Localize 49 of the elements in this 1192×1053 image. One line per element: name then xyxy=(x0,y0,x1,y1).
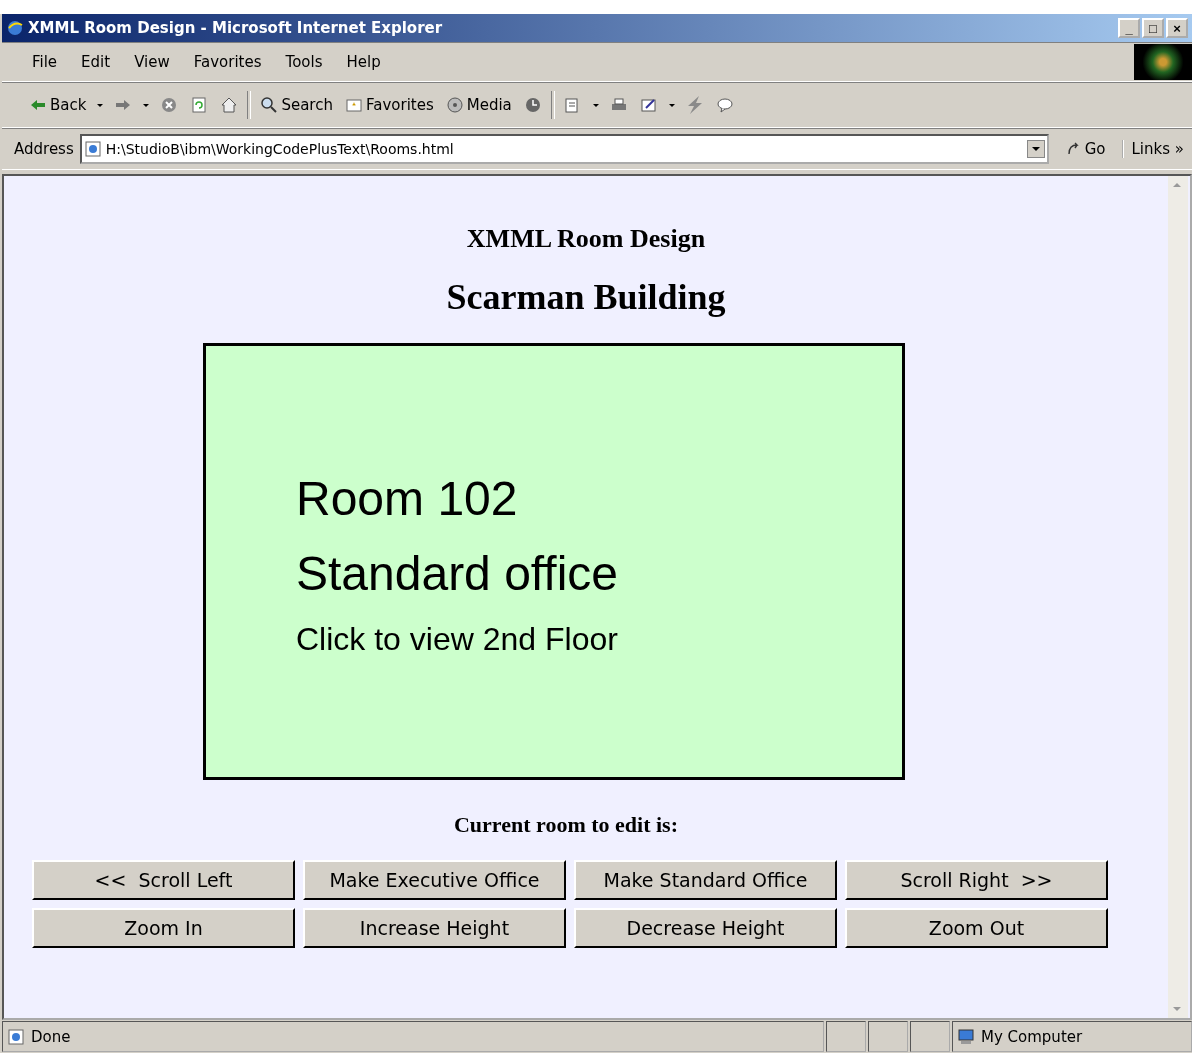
status-text: Done xyxy=(31,1027,71,1046)
favorites-button[interactable]: Favorites xyxy=(341,94,437,116)
media-icon xyxy=(445,96,464,114)
page-button[interactable]: Scroll Right >> xyxy=(845,860,1108,900)
menu-item[interactable]: Tools xyxy=(273,49,335,75)
minimize-button[interactable]: _ xyxy=(1118,18,1140,38)
computer-icon xyxy=(957,1027,975,1046)
address-label: Address xyxy=(14,140,74,158)
window-title: XMML Room Design - Microsoft Internet Explorer xyxy=(28,19,444,37)
windows-logo xyxy=(1134,44,1192,80)
room-text: Room 102 xyxy=(296,471,519,527)
back-button[interactable]: Back xyxy=(26,94,90,116)
speech-bubble-icon xyxy=(715,96,734,114)
current-room-label: Current room to edit is: xyxy=(453,812,678,838)
page-icon xyxy=(83,140,102,158)
building-title: Scarman Building xyxy=(446,276,726,318)
edit-icon xyxy=(639,96,658,114)
page-button[interactable]: Make Standard Office xyxy=(574,860,837,900)
search-icon xyxy=(260,96,279,114)
page-heading: XMML Room Design xyxy=(466,224,706,254)
stop-icon xyxy=(160,96,179,114)
browser-icon xyxy=(6,19,24,37)
page-button[interactable]: Zoom Out xyxy=(845,908,1108,948)
page-icon xyxy=(7,1027,25,1046)
room-link-text[interactable]: Click to view 2nd Floor xyxy=(296,621,902,659)
maximize-button[interactable]: □ xyxy=(1142,18,1164,38)
links-button[interactable]: Links » xyxy=(1121,140,1184,158)
room-panel[interactable]: Room 102 Standard office Click to view 2nd Floor xyxy=(203,343,905,780)
page-button[interactable]: Zoom In xyxy=(32,908,295,948)
address-field[interactable]: H:\StudioB\ibm\WorkingCodePlusText\Rooms.html xyxy=(79,134,1049,164)
zone-text: My Computer xyxy=(981,1027,1083,1046)
menu-item[interactable]: Edit xyxy=(69,49,123,75)
go-button[interactable]: Go xyxy=(1054,140,1116,158)
page-button[interactable]: Make Executive Office xyxy=(303,860,566,900)
menu-item[interactable]: File xyxy=(20,49,70,75)
history-icon xyxy=(523,96,542,114)
page-button[interactable]: Decrease Height xyxy=(574,908,837,948)
media-button[interactable]: Media xyxy=(442,94,515,116)
menu-item[interactable]: Favorites xyxy=(181,49,274,75)
search-button[interactable]: Search xyxy=(257,94,336,116)
menu-item[interactable]: View xyxy=(122,49,182,75)
menu-item[interactable]: Help xyxy=(334,49,393,75)
vertical-scrollbar[interactable] xyxy=(1168,176,1188,1018)
refresh-icon xyxy=(190,96,209,114)
page-button[interactable]: << Scroll Left xyxy=(32,860,295,900)
close-button[interactable]: × xyxy=(1166,18,1188,38)
room-text: Standard office xyxy=(296,546,619,602)
page-button[interactable]: Increase Height xyxy=(303,908,566,948)
home-icon xyxy=(220,96,239,114)
